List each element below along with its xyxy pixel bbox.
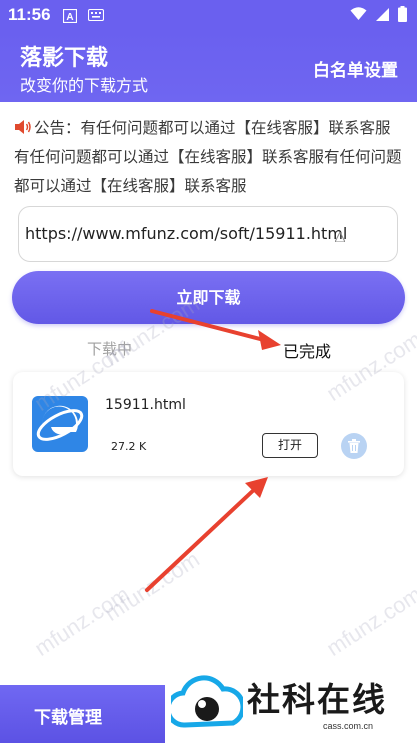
notice-announcement: 公告：有任何问题都可以通过【在线客服】联系客服有任何问题都可以通过【在线客服】联… — [14, 114, 402, 201]
watermark: mfunz.com — [100, 546, 204, 626]
notice-text: 公告：有任何问题都可以通过【在线客服】联系客服有任何问题都可以通过【在线客服】联… — [14, 119, 402, 195]
arrow-to-open-button — [145, 484, 260, 592]
wifi-icon — [350, 7, 367, 20]
app-subtitle: 改变你的下载方式 — [20, 76, 149, 95]
watermark: mfunz.com — [322, 581, 417, 661]
text-cursor-handle-icon[interactable] — [335, 232, 345, 242]
tab-downloading[interactable]: 下载中 — [87, 338, 132, 359]
svg-text:A: A — [66, 12, 73, 23]
download-manager-label: 下载管理 — [34, 708, 102, 728]
file-name: 15911.html — [105, 397, 186, 413]
brand-name: 社科在线 — [247, 680, 387, 719]
url-input-box[interactable] — [18, 206, 398, 262]
battery-icon — [398, 6, 407, 22]
status-time: 11:56 — [8, 5, 51, 24]
signal-icon — [376, 7, 389, 21]
trash-icon[interactable] — [341, 433, 367, 459]
download-manager-tab[interactable]: 下载管理 — [0, 685, 165, 743]
download-now-button[interactable]: 立即下载 — [12, 271, 405, 324]
status-bar: 11:56 A — [0, 0, 417, 30]
app-title: 落影下载 — [20, 46, 109, 71]
app-header: 落影下载 改变你的下载方式 白名单设置 — [0, 30, 417, 102]
arrow-head — [245, 477, 268, 498]
arrow-head — [258, 330, 281, 350]
brand-url: cass.com.cn — [323, 721, 374, 731]
whitelist-settings-button[interactable]: 白名单设置 — [313, 56, 398, 81]
a-icon: A — [63, 9, 77, 23]
file-card: 15911.html 27.2 K 打开 — [13, 372, 404, 476]
tab-completed[interactable]: 已完成 — [283, 338, 331, 362]
ie-browser-icon — [32, 396, 88, 452]
speaker-icon — [15, 120, 31, 134]
open-file-button[interactable]: 打开 — [262, 433, 318, 458]
url-input[interactable] — [23, 223, 387, 244]
watermark: mfunz.com — [30, 581, 134, 661]
keyboard-icon — [88, 9, 104, 21]
file-size: 27.2 K — [111, 440, 147, 453]
brand-logo: 社科在线 cass.com.cn — [165, 663, 417, 743]
cloud-eye-logo-icon — [171, 675, 243, 728]
